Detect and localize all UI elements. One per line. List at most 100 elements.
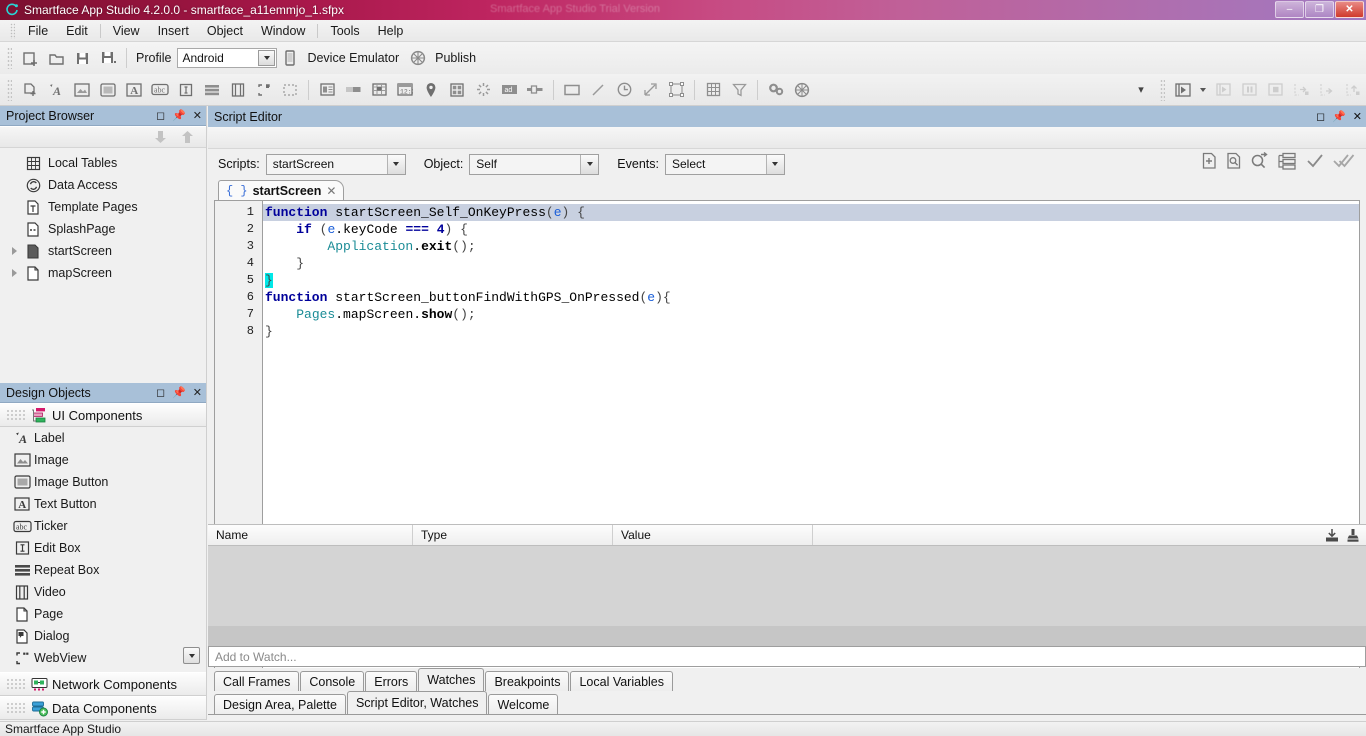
save-watch-icon[interactable] [1324,528,1340,543]
tab-console[interactable]: Console [300,671,365,691]
code-line-2[interactable]: if (e.keyCode === 4) { [263,221,1359,238]
close-icon[interactable]: ✕ [1353,110,1362,123]
component-label[interactable]: A Label [0,427,206,449]
ad-banner-icon[interactable]: ad [496,78,522,102]
listview-icon[interactable] [314,78,340,102]
watch-column-name[interactable]: Name [208,525,413,545]
device-emulator-icon[interactable] [277,46,303,70]
menubar-grip[interactable] [10,22,15,39]
drag-handle-dots[interactable] [6,702,26,714]
tab-design-area-palette[interactable]: Design Area, Palette [214,694,346,714]
category-ui-components[interactable]: UI Components [0,403,206,427]
clock-icon[interactable] [611,78,637,102]
open-project-icon[interactable] [43,46,69,70]
save-icon[interactable] [69,46,95,70]
minimize-button[interactable]: – [1275,1,1304,18]
label-icon[interactable]: A [43,78,69,102]
scripts-select[interactable]: startScreen [265,153,406,175]
menu-item-file[interactable]: File [19,22,57,40]
restore-button[interactable]: ❐ [1305,1,1334,18]
video-icon[interactable] [225,78,251,102]
slider-icon[interactable] [340,78,366,102]
toolbar-grip-2[interactable] [7,78,12,101]
component-image-button[interactable]: Image Button [0,471,206,493]
menu-item-window[interactable]: Window [252,22,314,40]
table-icon[interactable] [700,78,726,102]
tree-item-startscreen[interactable]: startScreen [0,240,206,262]
continue-icon[interactable] [1210,78,1236,102]
tree-expander-startscreen[interactable] [6,247,22,255]
bounding-box-icon[interactable] [663,78,689,102]
switch-icon[interactable] [522,78,548,102]
pause-icon[interactable] [1236,78,1262,102]
text-button-icon[interactable]: A [121,78,147,102]
pin-icon[interactable]: 📌 [1332,110,1346,123]
map-pin-icon[interactable] [418,78,444,102]
pin-icon[interactable]: 📌 [172,109,186,122]
component-video[interactable]: Video [0,581,206,603]
tree-item-template-pages[interactable]: Template Pages [0,196,206,218]
component-list[interactable]: A Label Image Image Button A Text Button… [0,427,206,672]
step-out-icon[interactable] [1340,78,1366,102]
toolbar-overflow-icon[interactable]: ▾ [1128,78,1154,102]
webview-icon[interactable] [251,78,277,102]
menu-item-view[interactable]: View [104,22,149,40]
code-line-4[interactable]: } [263,255,1359,272]
tile-icon[interactable] [444,78,470,102]
object-chevron-down-icon[interactable] [580,154,599,174]
publish-icon[interactable] [405,46,431,70]
code-line-6[interactable]: function startScreen_buttonFindWithGPS_O… [263,289,1359,306]
watches-table-body[interactable] [208,546,1366,626]
find-in-script-icon[interactable] [1226,152,1242,170]
component-edit-box[interactable]: Edit Box [0,537,206,559]
drag-handle-dots[interactable] [6,409,26,421]
add-to-watch-input[interactable]: Add to Watch... [208,646,1366,667]
close-button[interactable]: ✕ [1335,1,1364,18]
profile-chevron-down-icon[interactable] [258,50,276,66]
validate-icon[interactable] [1305,152,1325,170]
component-image[interactable]: Image [0,449,206,471]
step-into-icon[interactable] [1288,78,1314,102]
edit-box-icon[interactable] [173,78,199,102]
grid-icon[interactable] [366,78,392,102]
pin-icon[interactable]: 📌 [172,386,186,399]
selection-icon[interactable] [277,78,303,102]
menu-item-edit[interactable]: Edit [57,22,97,40]
move-up-icon[interactable] [181,130,194,144]
code-line-3[interactable]: Application.exit(); [263,238,1359,255]
tab-script-editor-watches[interactable]: Script Editor, Watches [346,691,488,714]
component-page[interactable]: Page [0,603,206,625]
image-button-icon[interactable] [95,78,121,102]
category-network-components[interactable]: Network Components [0,672,206,696]
tree-item-mapscreen[interactable]: mapScreen [0,262,206,284]
move-down-icon[interactable] [154,130,167,144]
add-page-icon[interactable] [17,78,43,102]
close-icon[interactable]: ✕ [193,109,202,122]
component-list-scroll-more-button[interactable] [183,647,200,664]
image-icon[interactable] [69,78,95,102]
find-next-icon[interactable] [1250,152,1269,170]
validate-all-icon[interactable] [1333,152,1356,170]
watch-column-type[interactable]: Type [413,525,613,545]
tree-item-local-tables[interactable]: Local Tables [0,152,206,174]
stop-icon[interactable] [1262,78,1288,102]
component-text-button[interactable]: A Text Button [0,493,206,515]
tree-expander-mapscreen[interactable] [6,269,22,277]
run-dropdown-icon[interactable] [1196,78,1210,102]
restore-icon[interactable]: ◻ [156,109,165,122]
settings-gears-icon[interactable] [763,78,789,102]
rectangle-icon[interactable] [559,78,585,102]
component-ticker[interactable]: abc Ticker [0,515,206,537]
profile-select[interactable]: Android [177,48,278,68]
events-chevron-down-icon[interactable] [765,154,784,174]
code-line-8[interactable]: } [263,323,1359,340]
events-select[interactable]: Select [664,153,785,175]
publish-label[interactable]: Publish [435,51,476,65]
component-webview[interactable]: WebView [0,647,206,669]
menu-item-tools[interactable]: Tools [321,22,368,40]
restore-icon[interactable]: ◻ [1316,110,1325,123]
tab-local-variables[interactable]: Local Variables [570,671,674,691]
watch-column-value[interactable]: Value [613,525,813,545]
ticker-icon[interactable]: abc [147,78,173,102]
tab-watches[interactable]: Watches [418,668,485,691]
